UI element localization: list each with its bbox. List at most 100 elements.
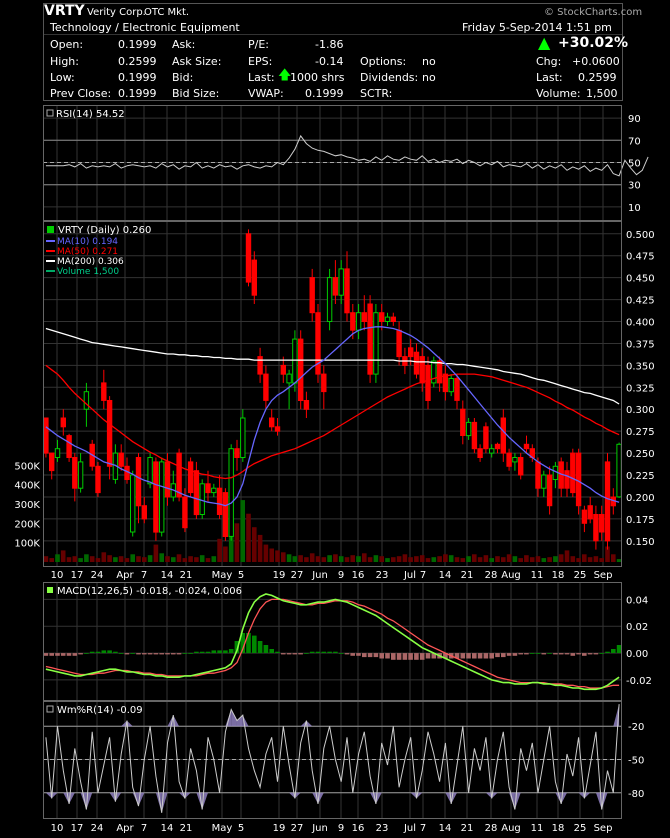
volume-bar (327, 555, 332, 562)
rsi-y-tick: 90 (628, 114, 641, 125)
volume-bar (101, 552, 107, 562)
sector: Technology / Electronic Equipment (50, 21, 240, 34)
x-tick-label-bottom: 19 (273, 823, 286, 834)
x-tick-label-bottom: Jun (311, 823, 328, 834)
macd-histogram-bar (385, 653, 390, 659)
macd-histogram-bar (43, 653, 49, 656)
macd-signal-line (45, 598, 620, 689)
volume-bar (286, 554, 292, 562)
candle-body (228, 448, 234, 537)
watermark: © StockCharts.com (544, 7, 643, 18)
macd-histogram-bar (101, 650, 107, 654)
price-y-tick: 0.175 (626, 515, 655, 526)
price-legend-swatch (47, 226, 54, 233)
volume-value: 1,500 (586, 87, 618, 100)
x-tick-label-bottom: 24 (91, 823, 104, 834)
volume-bar (263, 544, 269, 562)
price-y-tick: 0.250 (626, 449, 655, 460)
x-tick-label-bottom: Sep (594, 823, 613, 834)
macd-histogram-bar (564, 653, 570, 655)
x-tick-label: Aug (501, 570, 521, 581)
macd-line (45, 593, 620, 691)
volume-bar (304, 557, 309, 562)
macd-histogram-bar (171, 653, 176, 655)
volume-bar (234, 523, 240, 562)
macd-histogram-bar (153, 653, 159, 655)
x-tick-label-bottom: Apr (116, 823, 134, 834)
macd-histogram-bar (188, 653, 193, 654)
stock-chart: 1030507090RSI(14) 54.520.1500.1750.2000.… (14, 3, 655, 834)
macd-histogram-bar (472, 653, 477, 659)
volume-bar (153, 544, 159, 562)
candle-body (425, 364, 431, 401)
macd-histogram-bar (304, 653, 309, 654)
x-tick-label: 27 (291, 570, 304, 581)
candle-body (413, 351, 420, 375)
candle-body (344, 268, 350, 314)
rsi-legend-swatch (46, 109, 54, 117)
volume-y-tick: 300K (14, 500, 40, 511)
candle-body (292, 338, 298, 384)
macd-histogram-bar (599, 653, 604, 654)
volume-bar (547, 557, 552, 562)
ma-line-ma50 (45, 364, 620, 480)
volume-bar (281, 552, 286, 562)
x-tick-label: 10 (51, 570, 64, 581)
candle-body (245, 233, 252, 283)
macd-histogram-bar (95, 651, 101, 653)
candle-body (135, 457, 142, 507)
candle-body (587, 505, 593, 520)
macd-histogram-bar (483, 653, 489, 659)
macd-histogram-bar (263, 645, 269, 653)
vwap-label: VWAP: (248, 87, 284, 100)
symbol[interactable]: VRTY (44, 3, 85, 19)
x-tick-label: 7 (420, 570, 426, 581)
macd-histogram-bar (66, 653, 72, 656)
macd-histogram-bar (217, 650, 222, 654)
price-y-tick: 0.150 (626, 537, 655, 548)
macd-histogram-bar (466, 653, 471, 659)
volume-bar (356, 556, 361, 562)
volume-bar (373, 555, 379, 562)
macd-histogram-bar (495, 653, 500, 658)
open-label: Open: (50, 38, 84, 51)
price-legend-entry: MA(200) 0.306 (57, 257, 124, 267)
candle-body (263, 373, 269, 401)
volume-label: Volume: (536, 87, 581, 100)
candle-body (164, 461, 171, 498)
macd-legend-swatch (47, 587, 53, 593)
x-tick-label: 19 (273, 570, 286, 581)
macd-histogram-bar (501, 653, 506, 658)
open-value: 0.1999 (118, 38, 157, 51)
volume-bar (518, 558, 523, 562)
macd-histogram-bar (541, 653, 547, 655)
macd-histogram-bar (130, 653, 135, 654)
price-y-tick: 0.225 (626, 471, 655, 482)
eps-label: EPS: (248, 55, 273, 68)
volume-bar (84, 554, 89, 562)
rsi-y-tick: 10 (628, 203, 641, 214)
price-y-tick: 0.325 (626, 383, 655, 394)
volume-bar (147, 555, 153, 562)
candle-body (506, 452, 512, 467)
volume-bar (113, 557, 118, 562)
volume-bar (350, 555, 355, 562)
volume-bar (454, 557, 460, 562)
macd-histogram-bar (176, 653, 182, 655)
macd-histogram-bar (408, 653, 413, 660)
x-tick-label-bottom: 28 (485, 823, 498, 834)
candle-body (546, 474, 553, 507)
candle-body (159, 461, 165, 533)
x-tick-label-bottom: 25 (574, 823, 587, 834)
willr-line (45, 704, 620, 813)
volume-bar (506, 554, 512, 562)
volume-bar (344, 557, 350, 562)
options-value: no (422, 55, 436, 68)
rsi-y-tick: 70 (628, 136, 641, 147)
volume-bar (593, 556, 599, 562)
macd-histogram-bar (576, 653, 581, 655)
macd-histogram-bar (338, 653, 344, 654)
candle-body (367, 303, 373, 375)
volume-bar (466, 556, 471, 562)
volume-bar (321, 557, 327, 562)
